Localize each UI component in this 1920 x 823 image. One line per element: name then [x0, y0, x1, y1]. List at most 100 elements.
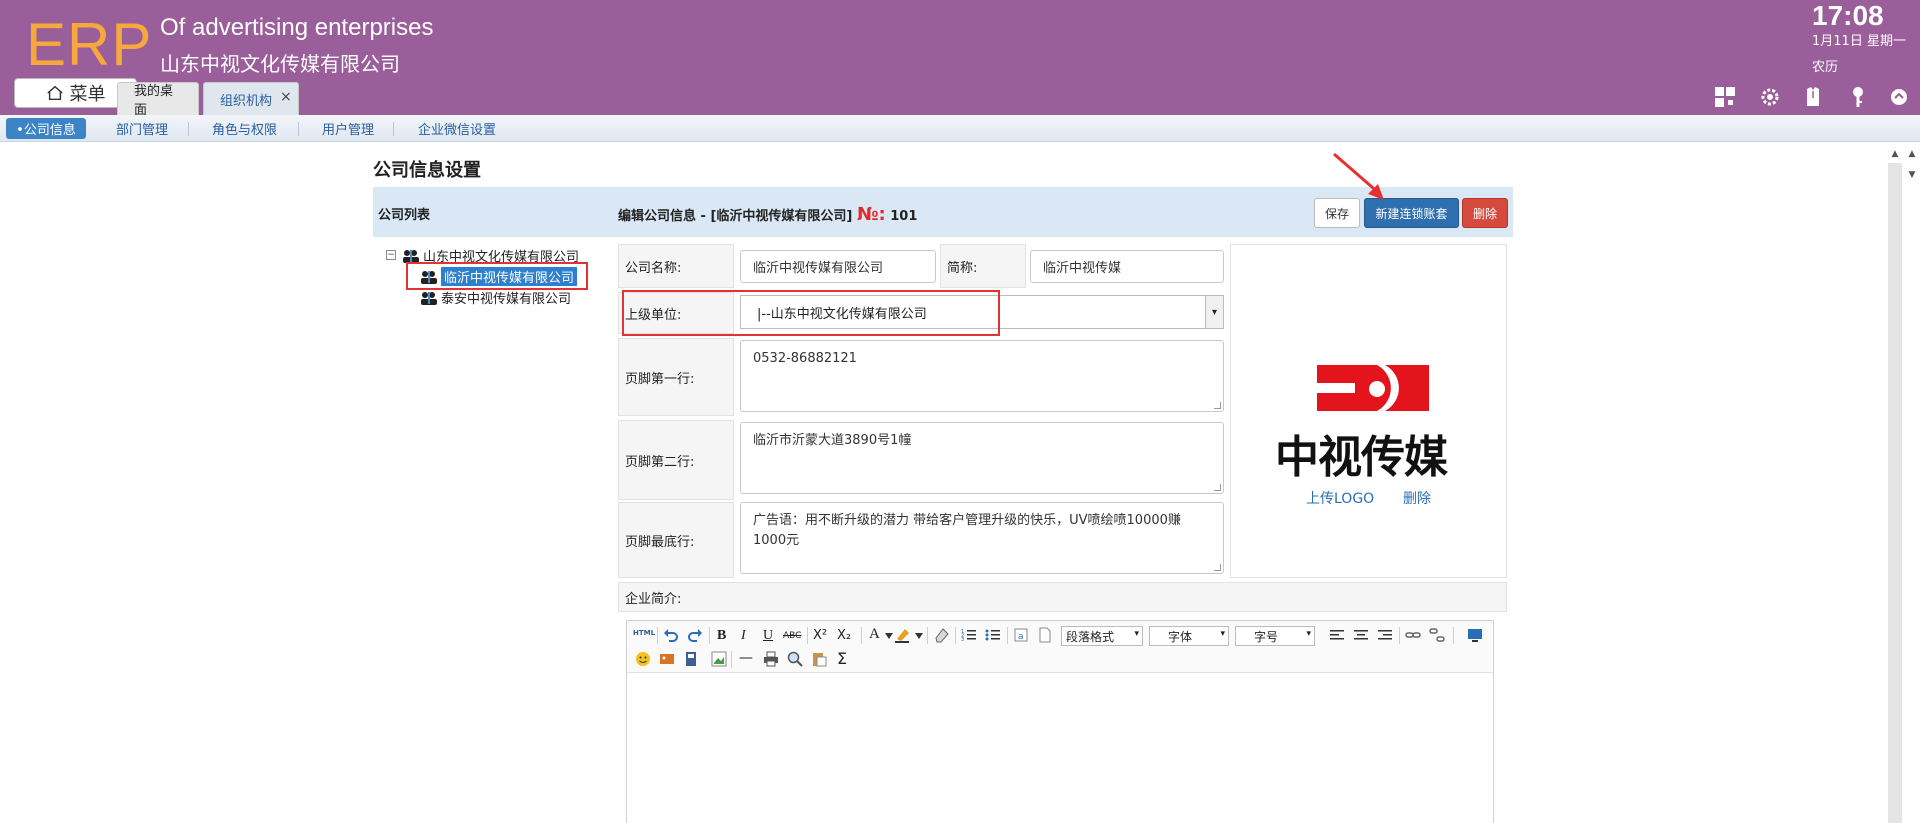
paragraph-format-select[interactable]: 段落格式: [1061, 626, 1143, 646]
brand-logo-text: 中视传媒: [1275, 432, 1448, 483]
font-color-button[interactable]: A: [869, 626, 880, 643]
save-button[interactable]: 保存: [1314, 198, 1360, 228]
print-icon[interactable]: [763, 651, 779, 667]
header-bar: ERP Of advertising enterprises 山东中视文化传媒有…: [0, 0, 1920, 118]
preview-screen-icon[interactable]: [1467, 627, 1483, 643]
short-name-input[interactable]: 临沂中视传媒: [1030, 250, 1224, 283]
zoom-icon[interactable]: [787, 651, 803, 667]
strikethrough-button[interactable]: ABC: [783, 631, 801, 641]
scroll-up-arrow-icon[interactable]: ▲: [1888, 149, 1902, 163]
organization-icon: [421, 270, 437, 284]
superscript-button[interactable]: X²: [813, 628, 827, 643]
horizontal-rule-button[interactable]: —: [739, 650, 753, 666]
subnav-company-info[interactable]: •公司信息: [6, 118, 86, 139]
rich-text-editor[interactable]: HTML B I U ABC X² X₂ A 123 a 段落格式 ▾ 字体 ▾…: [626, 620, 1494, 823]
undo-icon[interactable]: [663, 627, 679, 643]
toolbar-separator: [709, 627, 710, 644]
resize-handle-icon[interactable]: [1214, 402, 1221, 409]
formula-sigma-button[interactable]: Σ: [837, 649, 847, 668]
link-icon[interactable]: [1405, 627, 1421, 643]
footer-line1-textarea[interactable]: 0532-86882121: [740, 340, 1224, 412]
html-source-button[interactable]: HTML: [633, 629, 655, 637]
company-name-input[interactable]: 临沂中视传媒有限公司: [740, 250, 936, 283]
footer-line1-label: 页脚第一行:: [618, 338, 734, 416]
grid-icon[interactable]: [1714, 86, 1736, 108]
footer-line2-textarea[interactable]: 临沂市沂蒙大道3890号1幢: [740, 422, 1224, 494]
italic-button[interactable]: I: [741, 628, 746, 644]
tab-my-desktop[interactable]: 我的桌面: [117, 82, 199, 118]
align-center-icon[interactable]: [1353, 627, 1369, 643]
delete-logo-link[interactable]: 删除: [1403, 488, 1431, 508]
font-family-select[interactable]: 字体: [1149, 626, 1229, 646]
shirt-icon[interactable]: [1802, 86, 1824, 108]
highlight-color-icon[interactable]: [895, 627, 913, 643]
subnav-department[interactable]: 部门管理: [116, 119, 168, 138]
page-icon[interactable]: [1037, 627, 1053, 643]
font-size-select[interactable]: 字号: [1235, 626, 1315, 646]
font-size-value: 字号: [1254, 629, 1279, 644]
header-company-name: 山东中视文化传媒有限公司: [160, 52, 400, 76]
tree-collapse-toggle[interactable]: −: [386, 250, 396, 260]
key-icon[interactable]: [1847, 86, 1869, 108]
gear-icon[interactable]: [1759, 86, 1781, 108]
image-icon[interactable]: [659, 651, 675, 667]
redo-icon[interactable]: [687, 627, 703, 643]
brand-logo-mark: [1317, 365, 1429, 411]
editor-toolbar: HTML B I U ABC X² X₂ A 123 a 段落格式 ▾ 字体 ▾…: [627, 621, 1493, 673]
vertical-scrollbar[interactable]: [1888, 163, 1902, 823]
ordered-list-icon[interactable]: 123: [961, 627, 977, 643]
bold-button[interactable]: B: [717, 628, 726, 644]
parent-unit-label: 上级单位:: [618, 292, 734, 334]
logo-panel: 中视传媒: [1230, 244, 1507, 578]
insert-picture-icon[interactable]: [711, 651, 727, 667]
delete-button[interactable]: 删除: [1462, 198, 1508, 228]
resize-handle-icon[interactable]: [1214, 484, 1221, 491]
unordered-list-icon[interactable]: [985, 627, 1001, 643]
paragraph-format-value: 段落格式: [1066, 629, 1115, 644]
unlink-icon[interactable]: [1429, 627, 1445, 643]
tab-label: 我的桌面: [134, 84, 174, 118]
toolbar-separator: [1007, 627, 1008, 644]
eraser-icon[interactable]: [933, 627, 949, 643]
tree-node-label: 山东中视文化传媒有限公司: [423, 250, 580, 265]
chevron-down-icon[interactable]: ▾: [1205, 296, 1223, 328]
tree-node-root[interactable]: 山东中视文化传媒有限公司: [402, 246, 579, 265]
toolbar-separator: [807, 627, 808, 644]
short-name-label: 简称:: [940, 244, 1026, 288]
new-chain-account-button[interactable]: 新建连锁账套: [1364, 198, 1459, 228]
parent-unit-select[interactable]: |--山东中视文化传媒有限公司 ▾: [740, 295, 1224, 329]
tab-close-icon[interactable]: ×: [280, 89, 292, 105]
toolbar-separator: [955, 627, 956, 644]
scroll-down-arrow-icon[interactable]: ▼: [1905, 170, 1919, 184]
subscript-button[interactable]: X₂: [837, 628, 851, 643]
company-name-label: 公司名称:: [618, 244, 734, 288]
font-family-value: 字体: [1168, 629, 1193, 644]
collapse-up-icon[interactable]: [1888, 86, 1910, 108]
align-right-icon[interactable]: [1377, 627, 1393, 643]
company-list-title: 公司列表: [378, 208, 431, 223]
svg-text:3: 3: [961, 637, 964, 643]
align-left-icon[interactable]: [1329, 627, 1345, 643]
subnav-users[interactable]: 用户管理: [322, 119, 374, 138]
chevron-down-icon[interactable]: [915, 633, 923, 639]
video-icon[interactable]: [683, 651, 699, 667]
chevron-down-icon[interactable]: [885, 633, 893, 639]
underline-button[interactable]: U: [763, 628, 773, 644]
app-window: ERP Of advertising enterprises 山东中视文化传媒有…: [0, 0, 1920, 823]
scroll-up-arrow-icon[interactable]: ▲: [1905, 149, 1919, 163]
tree-node-linyi[interactable]: 临沂中视传媒有限公司: [420, 267, 578, 286]
subnav-roles[interactable]: 角色与权限: [212, 119, 277, 138]
emoji-icon[interactable]: [635, 651, 651, 667]
paste-icon[interactable]: [811, 651, 827, 667]
anchor-icon[interactable]: a: [1013, 627, 1029, 643]
organization-icon: [421, 291, 437, 305]
tree-node-taian[interactable]: 泰安中视传媒有限公司: [420, 288, 571, 307]
lunar-calendar: 农历: [1812, 60, 1839, 75]
resize-handle-icon[interactable]: [1214, 564, 1221, 571]
subnav-wechat[interactable]: 企业微信设置: [418, 119, 496, 138]
edit-company-title: 编辑公司信息 - [临沂中视传媒有限公司] №: 101: [618, 204, 917, 225]
footer-bottom-textarea[interactable]: 广告语：用不断升级的潜力 带给客户管理升级的快乐，UV喷绘喷10000赚1000…: [740, 502, 1224, 574]
upload-logo-link[interactable]: 上传LOGO: [1306, 488, 1374, 508]
toolbar-separator: [861, 627, 862, 644]
clock-time: 17:08: [1812, 0, 1884, 31]
